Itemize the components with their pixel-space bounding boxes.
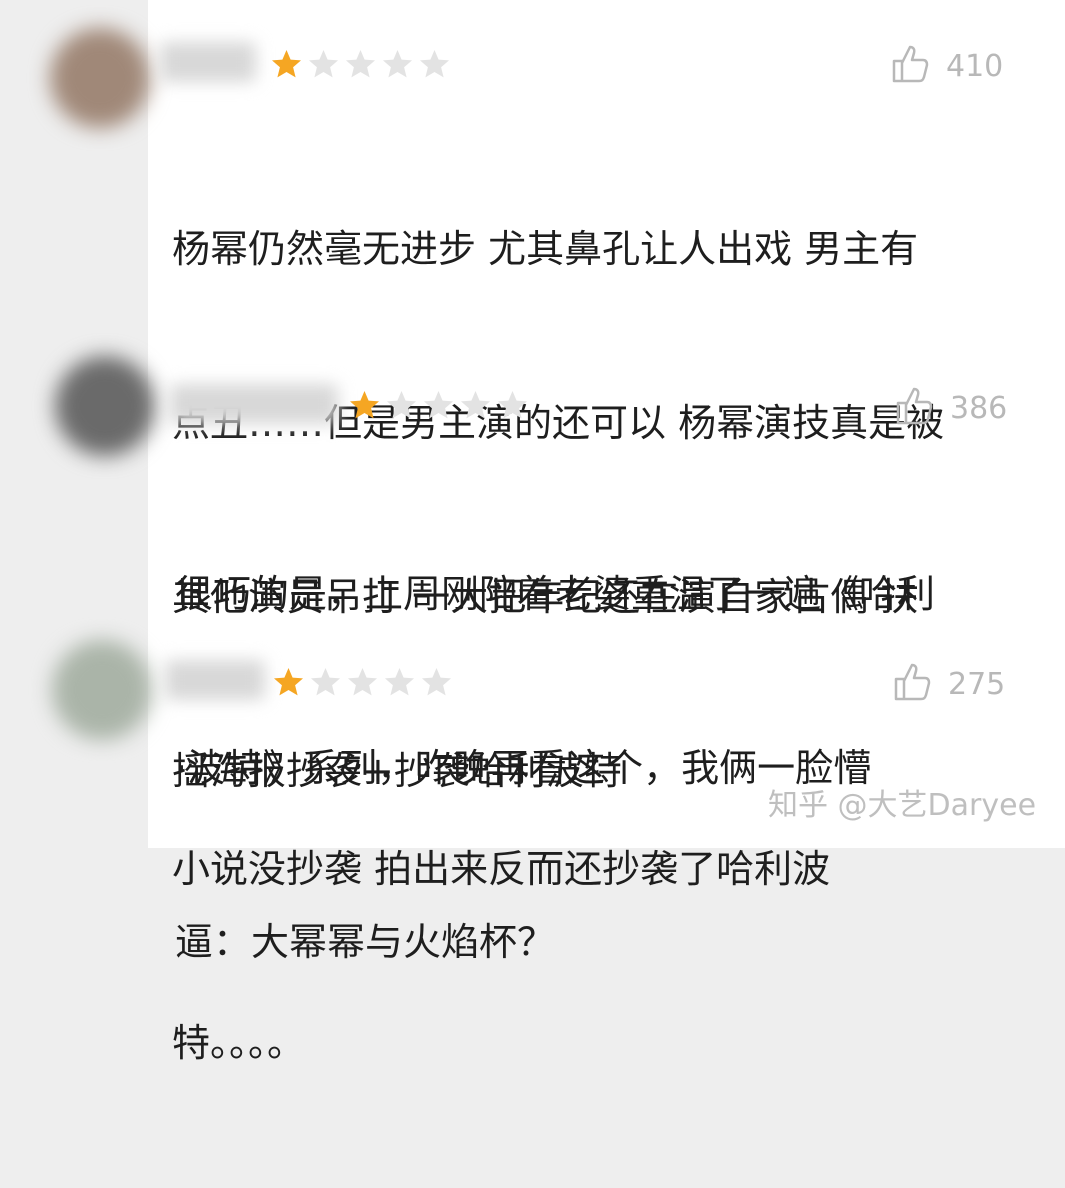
comment-line: 很巧的是，上周刚陪着老婆重温了一遍《哈利 [175, 572, 936, 616]
star-icon [346, 50, 375, 78]
rating-stars [348, 389, 529, 422]
comment-line: 小说没抄袭 拍出来反而还抄袭了哈利波 [172, 847, 831, 891]
rating-stars [272, 666, 453, 699]
like-button[interactable]: 410 [888, 42, 1003, 90]
like-count: 410 [946, 48, 1004, 84]
like-button[interactable]: 275 [890, 660, 1005, 708]
star-icon [311, 668, 340, 696]
comment-line: 杨幂仍然毫无进步 尤其鼻孔让人出戏 男主有 [172, 227, 919, 271]
star-icon [424, 391, 453, 419]
username-blurred[interactable] [165, 660, 265, 700]
comment-text: 小说没抄袭 拍出来反而还抄袭了哈利波 特。。。。 [172, 724, 830, 1188]
username-blurred[interactable] [160, 42, 256, 82]
star-icon [461, 391, 490, 419]
rating-stars [270, 48, 451, 81]
watermark: 知乎 @大艺Daryee [768, 788, 1037, 823]
thumbs-up-icon[interactable] [888, 42, 932, 90]
comment-line: 特。。。。 [172, 1021, 306, 1065]
star-icon [350, 391, 379, 419]
star-icon [420, 50, 449, 78]
star-icon [498, 391, 527, 419]
user-avatar[interactable] [52, 640, 152, 740]
thumbs-up-icon[interactable] [890, 660, 934, 708]
star-icon [385, 668, 414, 696]
like-button[interactable]: 386 [892, 384, 1007, 432]
star-icon [387, 391, 416, 419]
user-avatar[interactable] [50, 28, 150, 128]
username-blurred[interactable] [170, 384, 338, 424]
star-icon [272, 50, 301, 78]
star-icon [274, 668, 303, 696]
star-icon [348, 668, 377, 696]
star-icon [422, 668, 451, 696]
like-count: 275 [948, 666, 1006, 702]
star-icon [309, 50, 338, 78]
thumbs-up-icon[interactable] [892, 384, 936, 432]
like-count: 386 [950, 390, 1008, 426]
user-avatar[interactable] [55, 356, 155, 456]
star-icon [383, 50, 412, 78]
